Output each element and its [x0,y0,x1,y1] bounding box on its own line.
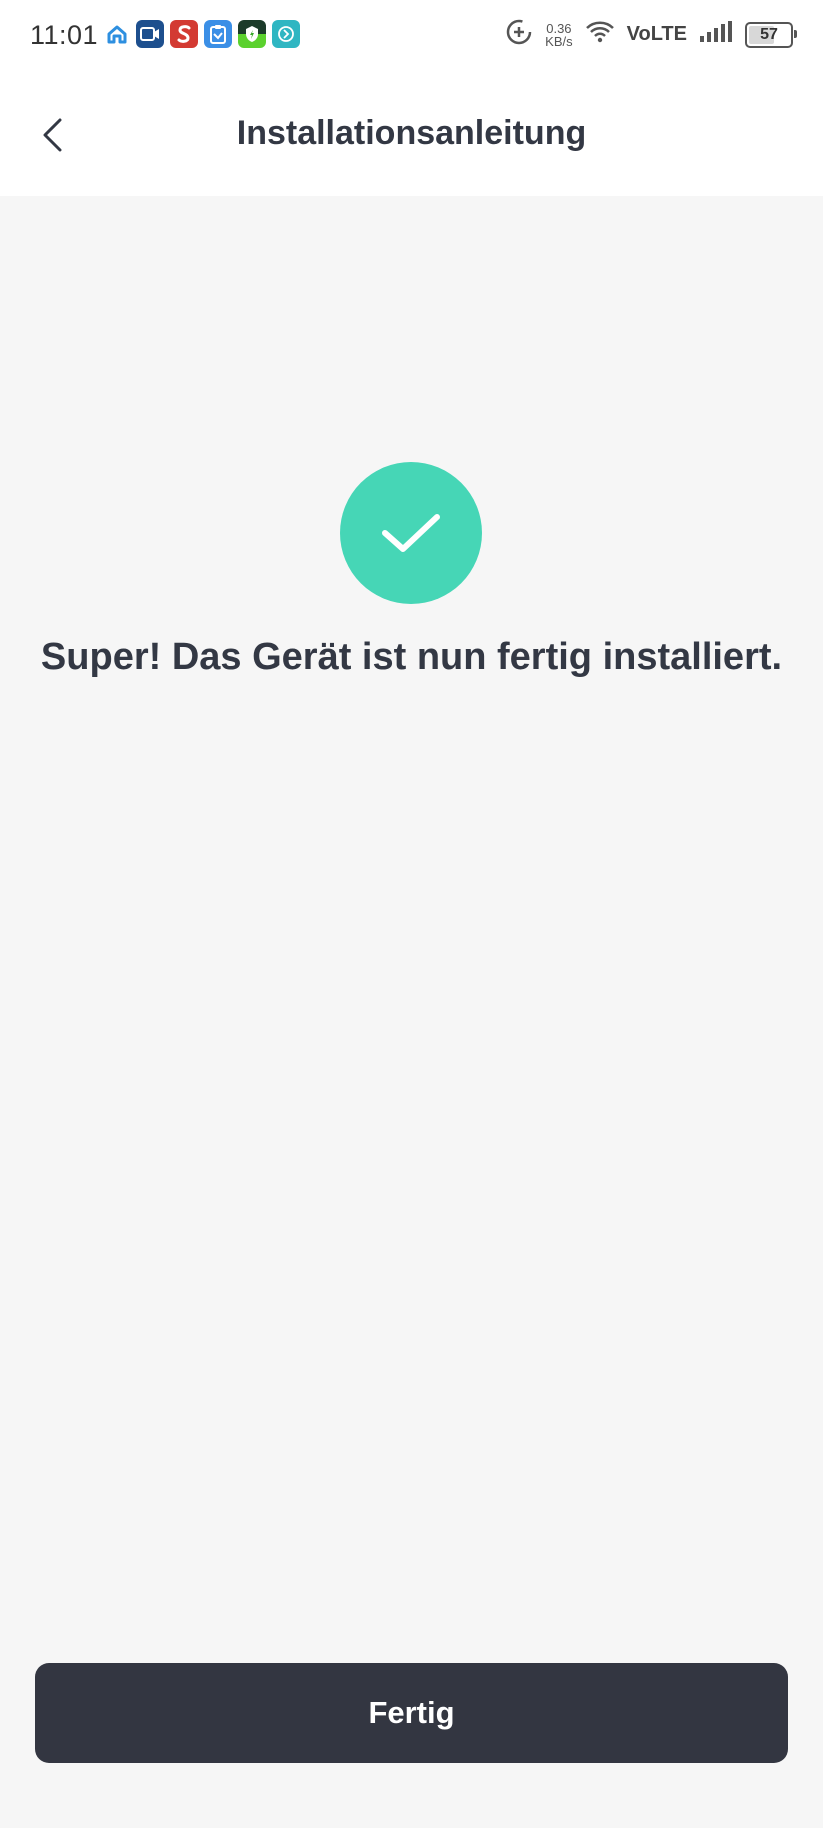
home-icon [104,21,130,47]
done-button[interactable]: Fertig [35,1663,788,1763]
battery-icon: 57 [745,21,797,48]
nav-header: Installationsanleitung [0,72,823,196]
data-saver-icon [505,18,533,51]
status-time: 11:01 [30,20,99,50]
status-right: 0.36 KB/s VoLTE 57 [505,18,797,51]
s-app-icon [170,20,198,48]
screen-record-icon [136,20,164,48]
page-title: Installationsanleitung [236,114,587,152]
clipboard-icon [204,20,232,48]
checkmark-icon [382,514,440,552]
shield-app-icon [238,20,266,48]
status-bar: 11:01 0.36 KB/s VoLTE 57 [0,0,823,72]
success-badge [340,462,482,604]
net-speed: 0.36 KB/s [545,20,573,49]
signal-icon [699,21,733,48]
swift-app-icon [272,20,300,48]
volte-label: VoLTE [626,23,687,45]
wifi-icon [585,20,615,49]
success-message: Super! Das Gerät ist nun fertig installi… [40,636,783,678]
notification-icons [104,20,300,48]
